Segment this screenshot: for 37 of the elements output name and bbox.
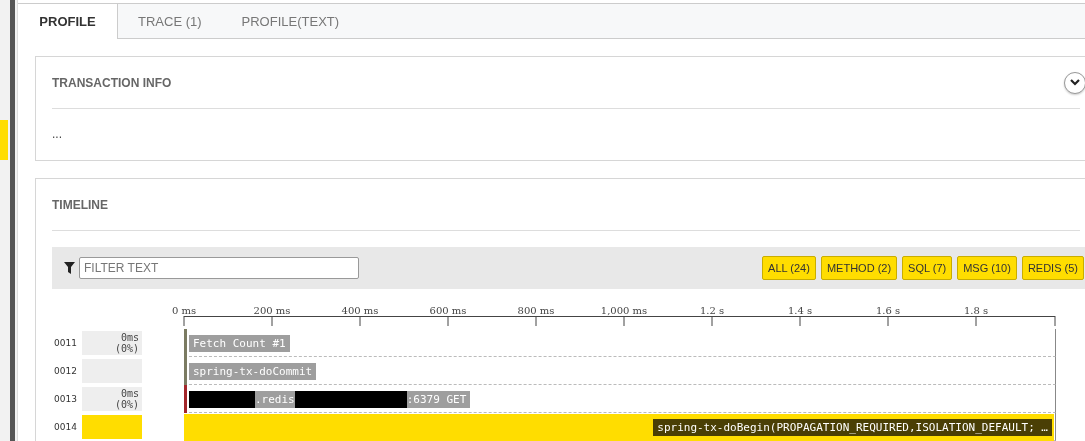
axis-label: 1.8 s xyxy=(963,305,989,316)
filter-icon xyxy=(64,262,75,274)
filter-button[interactable]: SQL (7) xyxy=(902,256,953,280)
axis-label: 800 ms xyxy=(517,305,555,316)
redaction-mark xyxy=(189,391,255,408)
section-title: TRANSACTION INFO xyxy=(52,75,172,90)
axis-label: 0 ms xyxy=(171,305,197,316)
tab[interactable]: PROFILE(TEXT) xyxy=(221,4,360,39)
row-number: 0014 xyxy=(53,422,78,432)
span-label: Fetch Count #1 xyxy=(189,335,290,352)
span-label: spring-tx-doBegin(PROPAGATION_REQUIRED,ISOLATION_DEFAULT; … xyxy=(653,419,1052,436)
filter-button[interactable]: REDIS (5) xyxy=(1021,256,1084,280)
axis-label: 1.6 s xyxy=(875,305,901,316)
filter-button[interactable]: METHOD (2) xyxy=(820,256,898,280)
axis-label: 600 ms xyxy=(429,305,467,316)
axis-label: 200 ms xyxy=(253,305,291,316)
axis-label: 1.4 s xyxy=(787,305,813,316)
axis-label: 1.2 s xyxy=(699,305,725,316)
filter-field[interactable]: FILTER TEXT xyxy=(79,257,359,279)
span-label: .redis xyxy=(255,393,295,406)
span-label: spring-tx-doCommit xyxy=(189,363,317,380)
axis-label: 1,000 ms xyxy=(600,305,648,316)
duration-cell: 0ms (0%) xyxy=(82,331,142,355)
section-title: TIMELINE xyxy=(52,197,108,212)
tab[interactable]: TRACE (1) xyxy=(118,4,222,39)
tab[interactable]: PROFILE xyxy=(18,4,118,39)
row-number: 0011 xyxy=(53,338,78,348)
row-number: 0012 xyxy=(53,366,78,376)
span-label: :6379 GET xyxy=(406,393,467,406)
row-number: 0013 xyxy=(53,394,78,404)
axis-label: 400 ms xyxy=(341,305,379,316)
filter-button[interactable]: ALL (24) xyxy=(762,256,816,280)
info-text: ... xyxy=(52,127,62,141)
filter-button[interactable]: MSG (10) xyxy=(957,256,1017,280)
expand-button[interactable] xyxy=(1064,71,1085,94)
chevron-down-icon xyxy=(1070,79,1080,86)
duration-cell: 0ms (0%) xyxy=(82,387,142,411)
